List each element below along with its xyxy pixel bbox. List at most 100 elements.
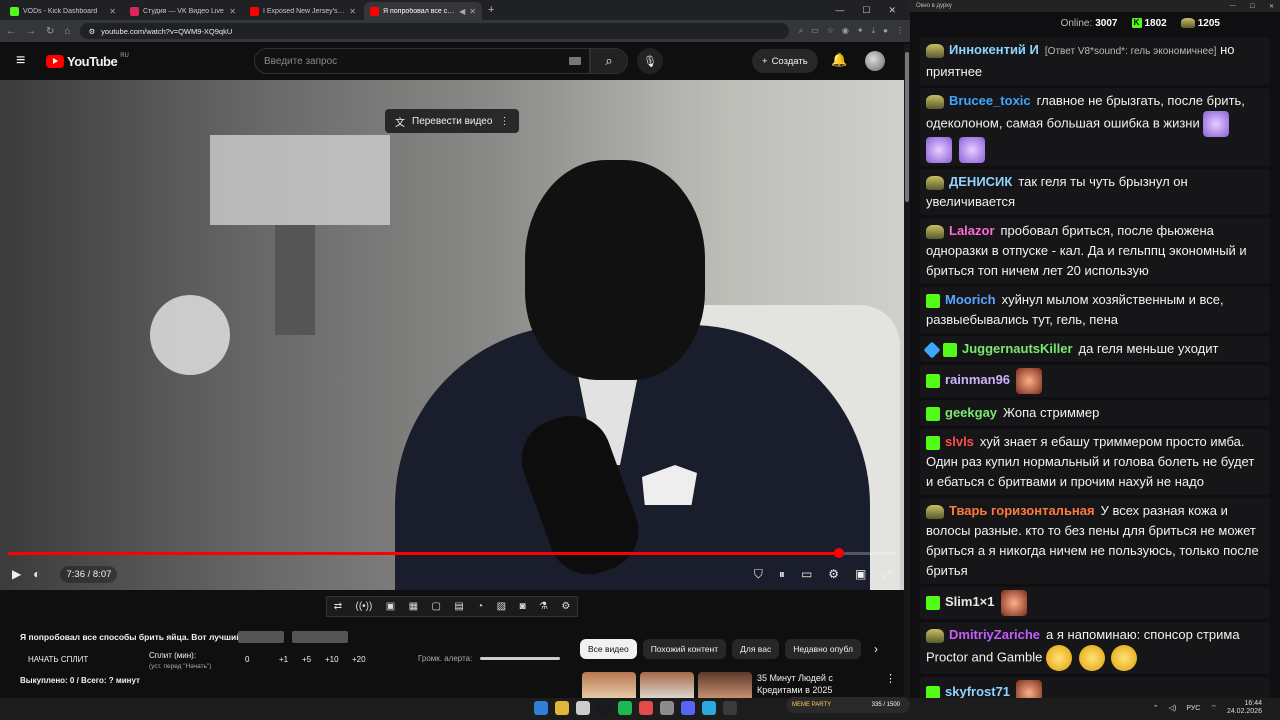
spotify-icon[interactable] bbox=[618, 701, 632, 715]
speaker-icon[interactable]: ◁) bbox=[1169, 704, 1177, 712]
app-icon[interactable] bbox=[576, 701, 590, 715]
more-icon[interactable]: ⋮ bbox=[885, 672, 896, 685]
chat-username[interactable]: Иннокентий И bbox=[949, 42, 1039, 57]
forward-icon[interactable]: → bbox=[26, 26, 36, 37]
menu-icon[interactable]: ≡ bbox=[16, 52, 40, 70]
chat-username[interactable]: JuggernautsKiller bbox=[962, 341, 1073, 356]
translate-video-button[interactable]: 文 Перевести видео ⋮ bbox=[385, 109, 520, 133]
volume-icon[interactable]: ◐ bbox=[33, 567, 40, 581]
shield-icon[interactable]: ⛉ bbox=[754, 567, 763, 582]
loop-icon[interactable]: ⇄ bbox=[334, 601, 342, 612]
split-value-0[interactable]: 0 bbox=[245, 655, 279, 664]
extension-icon[interactable]: ◉ bbox=[842, 26, 849, 36]
puzzle-icon[interactable]: ✦ bbox=[857, 26, 864, 36]
profile-icon[interactable]: ● bbox=[883, 26, 888, 36]
home-icon[interactable]: ⌂ bbox=[64, 26, 70, 37]
avatar[interactable] bbox=[865, 51, 885, 71]
clock[interactable]: 16:44 24.02.2026 bbox=[1227, 700, 1262, 716]
mute-icon[interactable]: ◀ bbox=[459, 7, 465, 16]
site-info-icon[interactable]: ⚙ bbox=[88, 27, 95, 36]
search-button[interactable]: ⌕ bbox=[590, 48, 628, 74]
game-widget[interactable]: MEME PARTY 335 / 1500 bbox=[786, 697, 910, 713]
chevron-right-icon[interactable]: › bbox=[874, 642, 878, 656]
voice-search-button[interactable]: 🎙 bbox=[637, 48, 663, 74]
autoplay-icon[interactable]: ⏸ bbox=[779, 567, 785, 582]
alert-volume-slider[interactable] bbox=[480, 657, 561, 660]
chat-username[interactable]: Brucee_toxic bbox=[949, 93, 1031, 108]
close-icon[interactable]: ✕ bbox=[349, 7, 356, 16]
camera-icon[interactable]: ◙ bbox=[519, 601, 525, 612]
star-icon[interactable]: ☆ bbox=[827, 26, 834, 36]
audio-icon[interactable]: ((•)) bbox=[356, 601, 373, 612]
app-icon[interactable] bbox=[660, 701, 674, 715]
recommendation-thumbnail[interactable] bbox=[582, 672, 752, 698]
minimize-icon[interactable]: — bbox=[1230, 3, 1236, 10]
chip-for-you[interactable]: Для вас bbox=[732, 639, 780, 659]
menu-icon[interactable]: ⋮ bbox=[896, 26, 904, 36]
film-icon[interactable]: ▤ bbox=[454, 601, 463, 612]
fullscreen-icon[interactable]: ⤢ bbox=[882, 567, 892, 582]
progress-bar[interactable] bbox=[8, 548, 896, 558]
recommendation-title[interactable]: 35 Минут Людей с Кредитами в 2025 bbox=[757, 672, 867, 696]
chat-username[interactable]: Lalazor bbox=[949, 223, 995, 238]
split-value-1[interactable]: +1 bbox=[279, 655, 302, 664]
settings-icon[interactable]: ⚙ bbox=[828, 567, 839, 582]
keyboard-icon[interactable] bbox=[569, 57, 581, 65]
tab-vk[interactable]: Студия — VK Видео Live ✕ bbox=[124, 2, 242, 20]
tab-kick[interactable]: VODs - Kick Dashboard ✕ bbox=[4, 2, 122, 20]
close-icon[interactable]: ✕ bbox=[109, 7, 116, 16]
split-value-10[interactable]: +10 bbox=[325, 655, 352, 664]
close-icon[interactable]: ✕ bbox=[1269, 3, 1274, 10]
cast-icon[interactable]: ▭ bbox=[811, 26, 819, 36]
wifi-icon[interactable]: ⌔ bbox=[1210, 704, 1217, 713]
chat-username[interactable]: DmitriyZariche bbox=[949, 627, 1040, 642]
back-icon[interactable]: ← bbox=[6, 26, 16, 37]
tab-youtube-active[interactable]: Я попробовал все способы◀✕ bbox=[364, 2, 482, 20]
video-player[interactable]: 文 Перевести видео ⋮ ▶ ◐ 7:36 / 8:07 ⛉ ⏸ ▭ … bbox=[0, 80, 904, 590]
chip-recent[interactable]: Недавно опубл bbox=[785, 639, 861, 659]
split-value-5[interactable]: +5 bbox=[302, 655, 325, 664]
close-icon[interactable]: ✕ bbox=[469, 7, 476, 16]
lens-icon[interactable]: ⌕ bbox=[799, 26, 803, 36]
notifications-icon[interactable]: 🔔 bbox=[831, 52, 847, 68]
screen-icon[interactable]: ▣ bbox=[386, 601, 395, 612]
gear-icon[interactable]: ⚙ bbox=[561, 601, 570, 612]
frame-icon[interactable]: ▢ bbox=[431, 601, 440, 612]
subtitles-icon[interactable]: ▭ bbox=[801, 567, 812, 582]
close-icon[interactable]: ✕ bbox=[229, 7, 236, 16]
download-icon[interactable]: ⤓ bbox=[872, 26, 876, 36]
start-split-button[interactable]: НАЧАТЬ СПЛИТ bbox=[28, 655, 88, 664]
chat-username[interactable]: Moorich bbox=[945, 292, 996, 307]
more-icon[interactable]: ⋮ bbox=[499, 116, 509, 127]
speed-icon[interactable]: ◔ bbox=[477, 601, 483, 612]
chevron-up-icon[interactable]: ⌃ bbox=[1153, 704, 1159, 712]
youtube-logo[interactable]: YouTube RU bbox=[46, 53, 129, 69]
discord-icon[interactable] bbox=[681, 701, 695, 715]
app-icon[interactable] bbox=[639, 701, 653, 715]
tab-youtube-1[interactable]: I Exposed New Jersey's Jewish✕ bbox=[244, 2, 362, 20]
chip-all[interactable]: Все видео bbox=[580, 639, 637, 659]
maximize-icon[interactable]: ☐ bbox=[1250, 3, 1255, 10]
url-field[interactable]: ⚙ youtube.com/watch?v=QWM9-XQ9qkU bbox=[80, 23, 789, 39]
windows-icon[interactable] bbox=[534, 701, 548, 715]
steam-icon[interactable] bbox=[597, 701, 611, 715]
language[interactable]: РУС bbox=[1186, 705, 1200, 712]
reload-icon[interactable]: ↻ bbox=[46, 26, 54, 37]
chat-username[interactable]: geekgay bbox=[945, 405, 997, 420]
create-button[interactable]: + Создать bbox=[752, 49, 818, 73]
play-icon[interactable]: ▶ bbox=[12, 567, 21, 581]
telegram-icon[interactable] bbox=[702, 701, 716, 715]
close-window-icon[interactable]: ✕ bbox=[888, 5, 896, 16]
minimize-icon[interactable]: — bbox=[835, 5, 844, 16]
search-input[interactable]: Введите запрос bbox=[254, 48, 590, 74]
maximize-icon[interactable]: ☐ bbox=[862, 5, 870, 16]
chat-username[interactable]: Slim1×1 bbox=[945, 594, 995, 609]
chat-username[interactable]: ДЕНИСИК bbox=[949, 174, 1012, 189]
chat-username[interactable]: slvls bbox=[945, 434, 974, 449]
flask-icon[interactable]: ⚗ bbox=[539, 601, 548, 612]
obs-icon[interactable] bbox=[723, 701, 737, 715]
clip-icon[interactable]: ▧ bbox=[497, 601, 506, 612]
chrome-icon[interactable] bbox=[555, 701, 569, 715]
chat-username[interactable]: Тварь горизонтальная bbox=[949, 503, 1095, 518]
split-value-20[interactable]: +20 bbox=[352, 655, 376, 664]
